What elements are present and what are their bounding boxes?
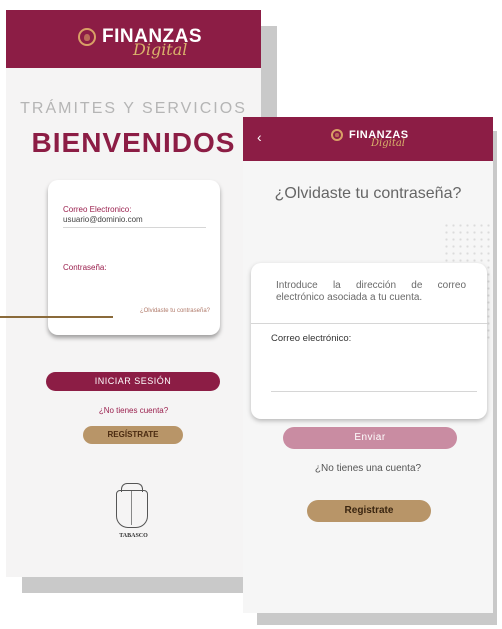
crest-label: TABASCO	[119, 533, 148, 539]
login-header: FINANZAS Digital	[6, 10, 261, 68]
email-field[interactable]	[271, 391, 477, 392]
page-title: BIENVENIDOS	[31, 127, 236, 158]
tabasco-crest-icon	[116, 483, 148, 528]
back-arrow-icon[interactable]: ‹	[257, 129, 262, 145]
email-label: Correo electrónico:	[271, 333, 352, 344]
no-account-text: ¿No tienes cuenta?	[98, 406, 169, 415]
connector-line	[0, 316, 113, 318]
page-subtitle: TRÁMITES Y SERVICIOS	[20, 100, 247, 117]
email-underline	[63, 227, 206, 228]
send-button[interactable]: Enviar	[283, 427, 457, 449]
brand-script: Digital	[133, 40, 188, 59]
forgot-header: ‹ FINANZAS Digital	[243, 117, 493, 161]
page-title: ¿Olvidaste tu contraseña?	[274, 185, 462, 202]
no-account-text: ¿No tienes una cuenta?	[314, 463, 422, 474]
instructions-text: Introduce la dirección de correo electró…	[276, 280, 466, 303]
register-button[interactable]: REGÍSTRATE	[83, 426, 183, 444]
register-button[interactable]: Registrate	[307, 500, 431, 522]
password-label: Contraseña:	[63, 263, 107, 272]
forgot-password-link[interactable]: ¿Olvidaste tu contraseña?	[140, 308, 210, 314]
login-button[interactable]: INICIAR SESIÓN	[46, 372, 220, 391]
card-divider	[251, 323, 487, 324]
login-form-card: Correo Electronico: usuario@dominio.com …	[48, 180, 220, 335]
login-screen: FINANZAS Digital TRÁMITES Y SERVICIOS BI…	[6, 10, 261, 577]
finanzas-emblem-icon	[331, 129, 343, 141]
forgot-form-card: Introduce la dirección de correo electró…	[251, 263, 487, 419]
forgot-password-screen: ‹ FINANZAS Digital ¿Olvidaste tu contras…	[243, 117, 493, 613]
finanzas-emblem-icon	[78, 28, 96, 46]
brand-script: Digital	[371, 138, 405, 149]
email-label: Correo Electronico:	[63, 205, 132, 214]
email-field[interactable]: usuario@dominio.com	[63, 215, 143, 224]
